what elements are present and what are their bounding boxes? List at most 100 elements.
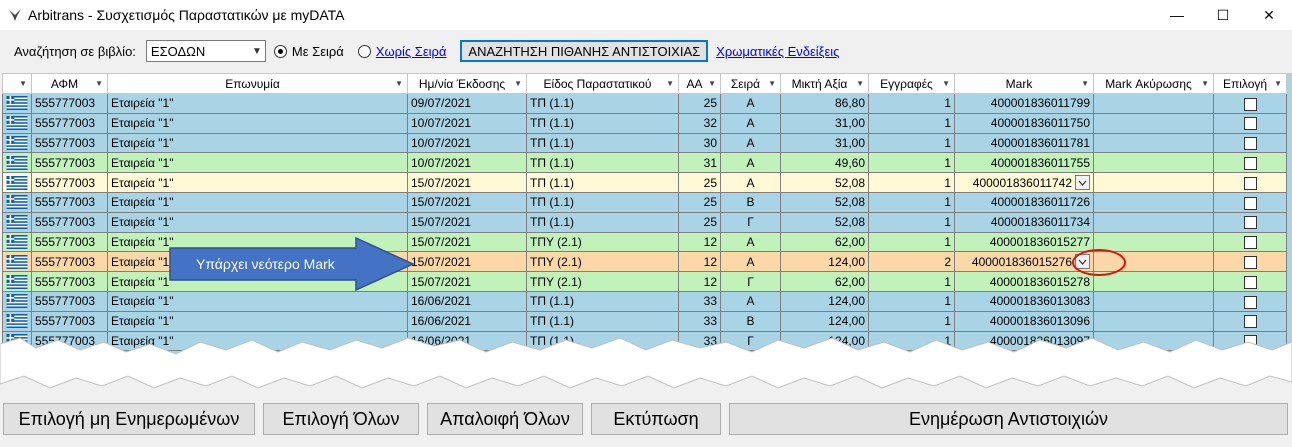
cell-select[interactable] xyxy=(1213,211,1287,233)
cell-records: 1 xyxy=(868,290,955,312)
cell-select[interactable] xyxy=(1213,93,1287,114)
column-header-series[interactable]: Σειρά ▼ xyxy=(720,73,781,94)
select-checkbox[interactable] xyxy=(1243,255,1257,269)
cell-series: Γ xyxy=(720,211,781,233)
table-row[interactable]: 555777003 Εταιρεία "1" 16/06/2021 ΤΠ (1.1) 3… xyxy=(2,290,1287,312)
cell-select[interactable] xyxy=(1213,231,1287,253)
color-legend-link[interactable]: Χρωματικές Ενδείξεις xyxy=(716,44,839,59)
select-checkbox[interactable] xyxy=(1243,97,1257,111)
column-header-flag[interactable]: ▼ xyxy=(2,73,32,94)
cell-select[interactable] xyxy=(1213,290,1287,312)
cell-type: ΤΠ (1.1) xyxy=(526,112,679,134)
cell-amount: 31,00 xyxy=(780,112,869,134)
clear-all-button[interactable]: Απαλοιφή Όλων xyxy=(427,403,583,435)
table-row[interactable]: 555777003 Εταιρεία "1" 10/07/2021 ΤΠ (1.1) 3… xyxy=(2,132,1287,154)
cell-amount: 124,00 xyxy=(780,251,869,273)
cell-select[interactable] xyxy=(1213,152,1287,174)
search-book-label: Αναζήτηση σε βιβλίο: xyxy=(14,43,136,59)
cell-date: 16/06/2021 xyxy=(407,310,527,332)
close-button[interactable]: ✕ xyxy=(1246,0,1292,30)
column-header-mark[interactable]: Mark ▼ xyxy=(954,73,1094,94)
chevron-down-icon: ▼ xyxy=(251,45,262,57)
book-select[interactable]: ΕΣΟΔΩΝ ▼ xyxy=(145,40,266,62)
column-header-cancel-mark[interactable]: Mark Ακύρωσης ▼ xyxy=(1093,73,1214,94)
select-all-button[interactable]: Επιλογή Όλων xyxy=(263,403,419,435)
cell-cancel-mark xyxy=(1093,93,1214,114)
cell-series: Α xyxy=(720,290,781,312)
column-header-aa[interactable]: ΑΑ ▼ xyxy=(678,73,721,94)
table-row[interactable]: 555777003 Εταιρεία "1" 15/07/2021 ΤΠ (1.1) 2… xyxy=(2,191,1287,213)
column-header-amount[interactable]: Μικτή Αξία ▼ xyxy=(780,73,869,94)
select-checkbox[interactable] xyxy=(1243,137,1257,151)
cell-aa: 31 xyxy=(678,152,721,174)
column-header-records[interactable]: Εγγραφές ▼ xyxy=(868,73,955,94)
greek-flag-icon xyxy=(2,271,32,292)
cell-select[interactable] xyxy=(1213,310,1287,332)
cell-name: Εταιρεία "1" xyxy=(107,152,408,174)
search-match-button[interactable]: ΑΝΑΖΗΤΗΣΗ ΠΙΘΑΝΗΣ ΑΝΤΙΣΤΟΙΧΙΑΣ xyxy=(460,40,709,62)
cell-aa: 12 xyxy=(678,231,721,253)
cell-mark[interactable]: 400001836011742 xyxy=(954,172,1094,193)
maximize-button[interactable]: ☐ xyxy=(1200,0,1246,30)
cell-afm: 555777003 xyxy=(31,290,108,312)
cell-select[interactable] xyxy=(1213,132,1287,154)
window-title: Arbitrans - Συσχετισμός Παραστατικών με … xyxy=(28,7,345,23)
cell-select[interactable] xyxy=(1213,271,1287,292)
table-row[interactable]: 555777003 Εταιρεία "1" 10/07/2021 ΤΠ (1.1) 3… xyxy=(2,152,1287,174)
greek-flag-icon xyxy=(2,310,32,332)
grid-header-row: ▼ ΑΦΜ ▼ Επωνυμία ▼ Ημ/νία Έκδοσης ▼ Είδος Π… xyxy=(2,73,1287,94)
select-checkbox[interactable] xyxy=(1243,176,1257,190)
cell-select[interactable] xyxy=(1213,172,1287,193)
radio-without-series[interactable]: Χωρίς Σειρά xyxy=(357,44,447,59)
cell-select[interactable] xyxy=(1213,191,1287,213)
sort-arrow-icon: ▼ xyxy=(1201,79,1209,88)
select-unupdated-button[interactable]: Επιλογή μη Ενημερωμένων xyxy=(3,403,255,435)
chevron-down-icon[interactable] xyxy=(1075,175,1090,191)
torn-edge xyxy=(0,337,1292,389)
select-checkbox[interactable] xyxy=(1243,275,1257,289)
table-row[interactable]: 555777003 Εταιρεία "1" 16/06/2021 ΤΠ (1.1) 3… xyxy=(2,310,1287,332)
cell-select[interactable] xyxy=(1213,251,1287,273)
column-header-name[interactable]: Επωνυμία ▼ xyxy=(107,73,408,94)
sort-arrow-icon: ▼ xyxy=(856,79,864,88)
mark-select[interactable]: 400001836015276 xyxy=(958,254,1090,270)
cell-name: Εταιρεία "1" xyxy=(107,290,408,312)
select-checkbox[interactable] xyxy=(1243,156,1257,170)
cell-series: Γ xyxy=(720,271,781,292)
column-header-select[interactable]: Επιλογή ▼ xyxy=(1213,73,1287,94)
update-matches-button[interactable]: Ενημέρωση Αντιστοιχιών xyxy=(729,403,1288,435)
select-checkbox[interactable] xyxy=(1243,295,1257,309)
cell-mark: 400001836011750 xyxy=(954,112,1094,134)
cell-select[interactable] xyxy=(1213,112,1287,134)
greek-flag-icon xyxy=(2,112,32,134)
select-checkbox[interactable] xyxy=(1243,196,1257,210)
table-row[interactable]: 555777003 Εταιρεία "1" 10/07/2021 ΤΠ (1.1) 3… xyxy=(2,112,1287,134)
select-checkbox[interactable] xyxy=(1243,117,1257,131)
cell-type: ΤΠ (1.1) xyxy=(526,93,679,114)
cell-cancel-mark xyxy=(1093,191,1214,213)
cell-records: 1 xyxy=(868,112,955,134)
select-checkbox[interactable] xyxy=(1243,315,1257,329)
radio-with-series-label: Με Σειρά xyxy=(291,43,344,59)
cell-aa: 33 xyxy=(678,310,721,332)
minimize-button[interactable]: — xyxy=(1154,0,1200,30)
sort-arrow-icon: ▼ xyxy=(708,79,716,88)
cell-amount: 52,08 xyxy=(780,211,869,233)
column-header-afm[interactable]: ΑΦΜ ▼ xyxy=(31,73,108,94)
table-row[interactable]: 555777003 Εταιρεία "1" 15/07/2021 ΤΠ (1.1) 2… xyxy=(2,172,1287,193)
radio-without-series-label[interactable]: Χωρίς Σειρά xyxy=(376,44,447,59)
cell-mark: 400001836015277 xyxy=(954,231,1094,253)
cell-date: 10/07/2021 xyxy=(407,132,527,154)
table-row[interactable]: 555777003 Εταιρεία "1" 09/07/2021 ΤΠ (1.1) 2… xyxy=(2,93,1287,114)
cell-afm: 555777003 xyxy=(31,191,108,213)
cell-afm: 555777003 xyxy=(31,251,108,273)
print-button[interactable]: Εκτύπωση xyxy=(591,403,721,435)
column-header-type[interactable]: Είδος Παραστατικού ▼ xyxy=(526,73,679,94)
radio-with-series[interactable]: Με Σειρά xyxy=(273,43,344,59)
cell-mark: 400001836013083 xyxy=(954,290,1094,312)
mark-select[interactable]: 400001836011742 xyxy=(958,175,1090,191)
select-checkbox[interactable] xyxy=(1243,216,1257,230)
column-header-date[interactable]: Ημ/νία Έκδοσης ▼ xyxy=(407,73,527,94)
table-row[interactable]: 555777003 Εταιρεία "1" 15/07/2021 ΤΠ (1.1) 2… xyxy=(2,211,1287,233)
select-checkbox[interactable] xyxy=(1243,236,1257,250)
